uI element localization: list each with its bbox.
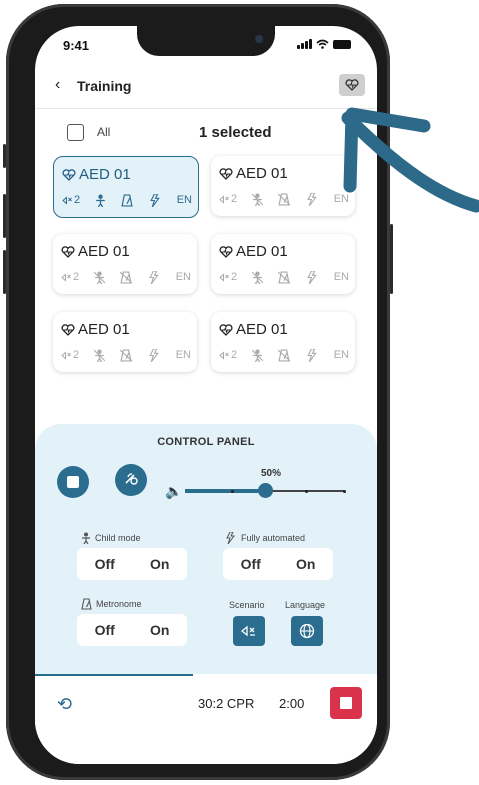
annotation-arrow [341, 107, 479, 213]
